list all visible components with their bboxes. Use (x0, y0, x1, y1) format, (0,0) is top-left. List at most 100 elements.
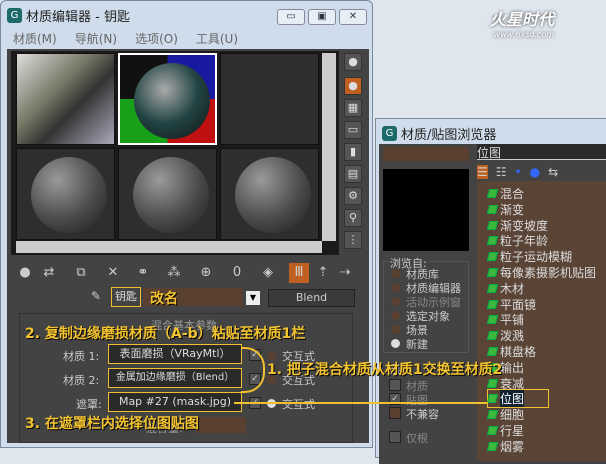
map-list-item[interactable]: 粒子年龄 (486, 232, 548, 249)
map-icon (486, 410, 499, 420)
browse-from-radio[interactable] (391, 269, 400, 278)
eyedropper-icon[interactable]: ✎ (91, 289, 101, 303)
put-to-library-icon[interactable]: ⊕ (196, 263, 216, 283)
step3-annotation: 3. 在遮罩栏内选择位图贴图 (25, 416, 199, 432)
view-small-icons-icon[interactable]: • (515, 165, 522, 179)
slots-vertical-scrollbar[interactable] (322, 53, 336, 241)
material-effects-channel-icon[interactable]: 0 (227, 263, 247, 283)
material1-button[interactable]: 表面磨损（VRayMtl） (108, 344, 242, 364)
map-list-item-label: 位图 (500, 390, 525, 408)
view-list-icon[interactable]: ☰ (477, 165, 488, 179)
map-list-item[interactable]: 木材 (486, 280, 525, 297)
menu-tools[interactable]: 工具(U) (196, 30, 238, 47)
app-icon: G (382, 126, 397, 141)
show-materials-checkbox[interactable] (389, 379, 401, 391)
backlight-icon[interactable]: ● (344, 77, 362, 95)
sample-slot-3[interactable] (220, 53, 319, 145)
logo-text: 火星时代 (490, 10, 555, 29)
maximize-button[interactable]: ▣ (308, 9, 336, 25)
app-icon: G (7, 8, 22, 23)
map-list-item-label: 棋盘格 (500, 345, 537, 359)
map-list-item[interactable]: 位图 (486, 389, 549, 409)
sample-type-icon[interactable]: ● (344, 53, 362, 71)
view-large-icons-icon[interactable]: ● (530, 165, 540, 179)
map-list-item[interactable]: 混合 (486, 185, 525, 202)
step2-annotation: 2. 复制边缘磨损材质（A-b）粘贴至材质1栏 (25, 326, 306, 342)
put-to-scene-icon[interactable]: ⇄ (39, 263, 59, 283)
menu-navigation[interactable]: 导航(N) (75, 30, 117, 47)
name-dropdown-button[interactable]: ▼ (246, 291, 260, 305)
map-list-item[interactable]: 平面镜 (486, 296, 536, 313)
map-icon (486, 441, 499, 451)
map-list-item-label: 木材 (500, 281, 525, 296)
video-check-icon[interactable]: ▮ (344, 143, 362, 161)
make-preview-icon[interactable]: ▤ (344, 165, 362, 183)
material-type-button[interactable]: Blend (268, 289, 355, 307)
minimize-button[interactable]: ▭ (277, 9, 305, 25)
root-only-checkbox[interactable] (389, 431, 401, 443)
make-unique-icon[interactable]: ⁂ (164, 263, 184, 283)
map-list-item[interactable]: 渐变坡度 (486, 217, 548, 234)
map-icon (486, 252, 499, 262)
map-list-item-label: 混合 (500, 187, 525, 201)
copy-material-icon[interactable]: ⚭ (133, 263, 153, 283)
map-list-item[interactable]: 粒子运动模糊 (486, 248, 573, 265)
material-navigator-icon[interactable]: ⋮ (344, 231, 362, 249)
show-incompatible-checkbox[interactable] (389, 407, 401, 419)
uv-tiling-icon[interactable]: ▭ (344, 121, 362, 139)
map-list-item[interactable]: 行星 (486, 422, 524, 439)
reset-map-icon[interactable]: ✕ (103, 263, 123, 283)
browse-from-radio[interactable] (391, 297, 400, 306)
material2-button[interactable]: 金属加边缘磨损（Blend） (108, 368, 242, 388)
map-icon (486, 426, 499, 435)
map-list-item[interactable]: 每像素摄影机贴图 (486, 264, 596, 281)
menu-bar: 材质(M) 导航(N) 选项(O) 工具(U) (13, 30, 238, 47)
show-end-result-icon[interactable]: Ⅲ (289, 263, 309, 283)
map-list-item[interactable]: 渐变 (486, 201, 524, 218)
map-icon (486, 189, 499, 198)
sample-slot-6[interactable] (220, 148, 319, 240)
browser-name-field[interactable] (383, 147, 469, 161)
select-by-material-icon[interactable]: ⚲ (344, 209, 362, 227)
map-list-item[interactable]: 平铺 (486, 311, 525, 328)
material-name-field[interactable]: 钥匙 (111, 287, 141, 307)
go-forward-sibling-icon[interactable]: ⇢ (335, 263, 355, 283)
update-scene-materials-icon[interactable]: ⇆ (548, 165, 558, 179)
browser-search-field[interactable]: 位图 (477, 144, 606, 160)
menu-options[interactable]: 选项(O) (135, 30, 178, 47)
browse-from-radio[interactable] (391, 339, 400, 348)
sample-slot-1[interactable] (16, 53, 115, 145)
background-checker-icon[interactable]: ▦ (344, 99, 362, 117)
sample-slot-2[interactable] (118, 53, 217, 145)
map-icon (486, 315, 499, 325)
preview-box (383, 169, 469, 251)
map-icon (486, 331, 499, 341)
map-list-item-label: 粒子运动模糊 (500, 250, 573, 265)
map-list-item[interactable]: 棋盘格 (486, 343, 537, 360)
mix-amount-spinner[interactable] (196, 417, 246, 433)
browse-from-radio[interactable] (391, 283, 400, 292)
menu-material[interactable]: 材质(M) (13, 30, 57, 47)
root-only-label: 仅根 (406, 432, 428, 445)
sample-slot-5[interactable] (118, 148, 217, 240)
go-to-parent-icon[interactable]: ⇡ (313, 263, 333, 283)
sample-slot-4[interactable] (16, 148, 115, 240)
browse-from-radio[interactable] (391, 311, 400, 320)
get-material-icon[interactable]: ● (15, 263, 35, 283)
map-list-item[interactable]: 泼溅 (486, 327, 524, 344)
slots-horizontal-scrollbar[interactable] (16, 241, 322, 253)
logo: 火星时代 www.hxsd.com (490, 6, 554, 39)
map-list-item[interactable]: 细胞 (486, 406, 524, 423)
assign-to-selection-icon[interactable]: ⧉ (71, 263, 91, 283)
view-list-icons-icon[interactable]: ☷ (496, 165, 507, 179)
map-icon (486, 204, 499, 214)
browse-from-radio[interactable] (391, 325, 400, 334)
mask-map-button[interactable]: Map #27 (mask.jpg) (108, 392, 242, 412)
options-icon[interactable]: ⚙ (344, 187, 362, 205)
map-list-item[interactable]: 烟雾 (486, 438, 524, 455)
mask-interactive-label: 交互式 (282, 398, 315, 411)
map-list-item-label: 平铺 (500, 313, 525, 328)
close-button[interactable]: ✕ (339, 9, 367, 25)
map-list-item-label: 输出 (500, 360, 525, 375)
show-map-icon[interactable]: ◈ (258, 263, 278, 283)
